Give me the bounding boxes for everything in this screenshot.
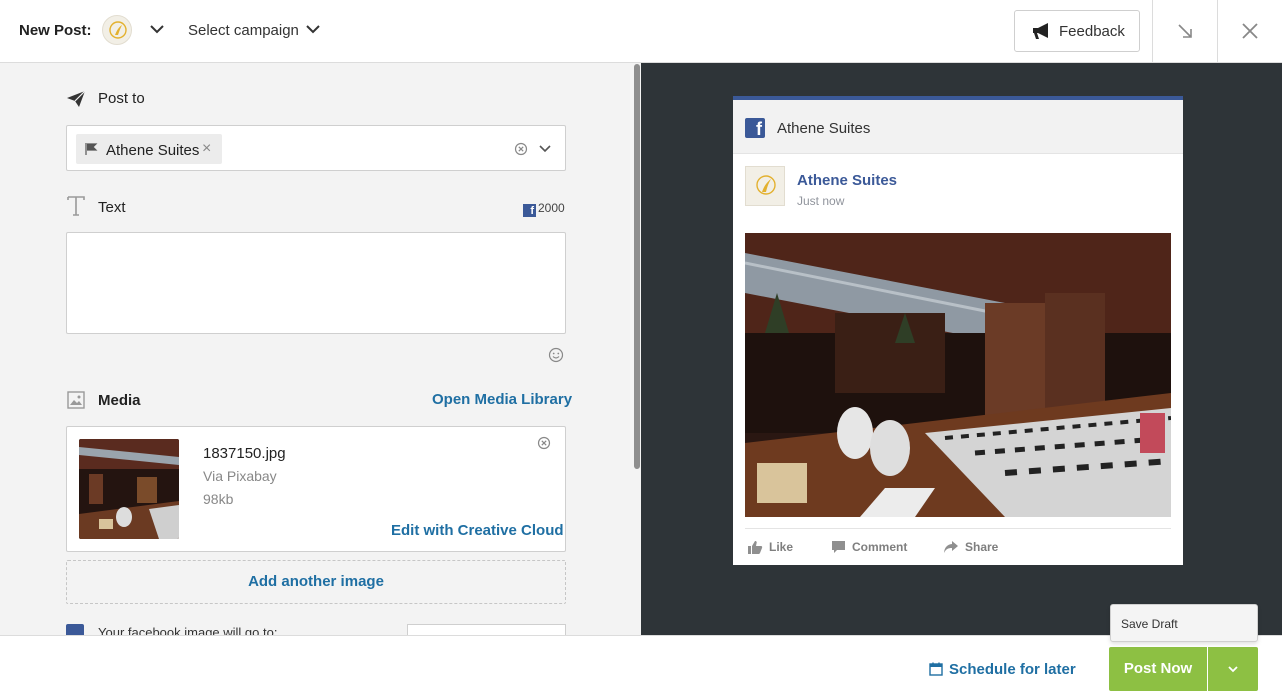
minimize-arrow-icon[interactable] [1176, 22, 1194, 40]
comment-action: Comment [831, 540, 907, 554]
flag-icon [85, 143, 98, 155]
share-label: Share [965, 540, 999, 554]
like-action: Like [747, 540, 793, 554]
chevron-down-icon [1228, 666, 1238, 673]
profile-avatar[interactable] [102, 15, 132, 45]
media-item: 1837150.jpg Via Pixabay 98kb Edit with C… [66, 426, 566, 552]
emoji-icon[interactable] [548, 347, 564, 363]
preview-timestamp: Just now [797, 194, 845, 208]
like-label: Like [769, 540, 794, 554]
divider [1152, 0, 1153, 63]
share-icon [944, 541, 958, 553]
schedule-for-later-button[interactable]: Schedule for later [929, 661, 1076, 678]
top-bar: New Post: Select campaign Feedback [0, 0, 1282, 63]
page-title: New Post: [19, 22, 92, 39]
add-another-image-button[interactable]: Add another image [66, 560, 566, 604]
athene-logo-icon [109, 21, 127, 39]
character-limit: 2000 [538, 201, 565, 215]
edit-creative-cloud-link[interactable]: Edit with Creative Cloud [391, 522, 564, 539]
post-now-button[interactable]: Post Now [1109, 647, 1207, 691]
profile-chip-label: Athene Suites [106, 142, 200, 159]
profile-chevron-down-icon[interactable] [148, 20, 166, 38]
calendar-icon [929, 662, 943, 676]
post-to-select[interactable]: Athene Suites × [66, 125, 566, 171]
facebook-logo-icon: f [745, 118, 765, 138]
clear-circle-icon[interactable] [514, 142, 528, 156]
open-media-library-link[interactable]: Open Media Library [432, 391, 572, 408]
character-count: f 2000 [523, 201, 565, 217]
facebook-album-select[interactable] [407, 624, 566, 635]
facebook-icon: f [523, 204, 536, 217]
media-file-name: 1837150.jpg [203, 445, 286, 462]
close-icon[interactable] [1241, 22, 1259, 40]
post-text-input[interactable] [66, 232, 566, 334]
post-options-button[interactable] [1208, 647, 1258, 691]
preview-page-name: Athene Suites [777, 120, 871, 137]
schedule-label: Schedule for later [949, 661, 1076, 678]
media-size: 98kb [203, 491, 234, 507]
restaurant-photo [745, 233, 1171, 517]
text-t-icon [67, 196, 85, 216]
facebook-destination-label: Your facebook image will go to: [98, 625, 278, 635]
scrollbar[interactable] [634, 64, 640, 469]
facebook-icon [66, 624, 84, 635]
divider [1217, 0, 1218, 63]
preview-panel: f Athene Suites Athene Suites Just now L… [641, 63, 1282, 635]
comment-label: Comment [852, 540, 908, 554]
feedback-button[interactable]: Feedback [1014, 10, 1140, 52]
campaign-select[interactable]: Select campaign [188, 22, 299, 39]
megaphone-icon [1033, 23, 1048, 39]
preview-avatar [745, 166, 785, 206]
preview-image [745, 233, 1171, 517]
preview-actions: Like Comment Share [745, 528, 1171, 562]
paper-plane-icon [67, 90, 86, 107]
preview-author: Athene Suites [797, 172, 898, 189]
preview-header: f Athene Suites [733, 100, 1183, 154]
athene-logo-icon [756, 175, 776, 195]
remove-media-icon[interactable] [537, 436, 551, 450]
share-action: Share [943, 540, 998, 554]
composer-panel: Post to Athene Suites × Text f 2000 Medi… [0, 63, 641, 635]
feedback-label: Feedback [1059, 23, 1125, 40]
image-icon [67, 391, 85, 409]
media-label: Media [98, 392, 141, 409]
chip-remove-icon[interactable]: × [202, 140, 211, 158]
comment-icon [832, 541, 845, 553]
bottom-bar: Schedule for later Post Now [0, 635, 1282, 700]
restaurant-photo-thumbnail [79, 439, 179, 539]
thumbs-up-icon [748, 541, 763, 554]
facebook-preview-card: f Athene Suites Athene Suites Just now L… [733, 96, 1183, 565]
chevron-down-icon[interactable] [537, 140, 553, 156]
media-source: Via Pixabay [203, 468, 277, 484]
text-label: Text [98, 199, 126, 216]
campaign-chevron-down-icon[interactable] [304, 20, 322, 38]
save-draft-menu-item[interactable]: Save Draft [1110, 604, 1258, 642]
post-to-label: Post to [98, 90, 145, 107]
media-thumbnail[interactable] [79, 439, 179, 539]
profile-chip: Athene Suites × [76, 134, 222, 164]
